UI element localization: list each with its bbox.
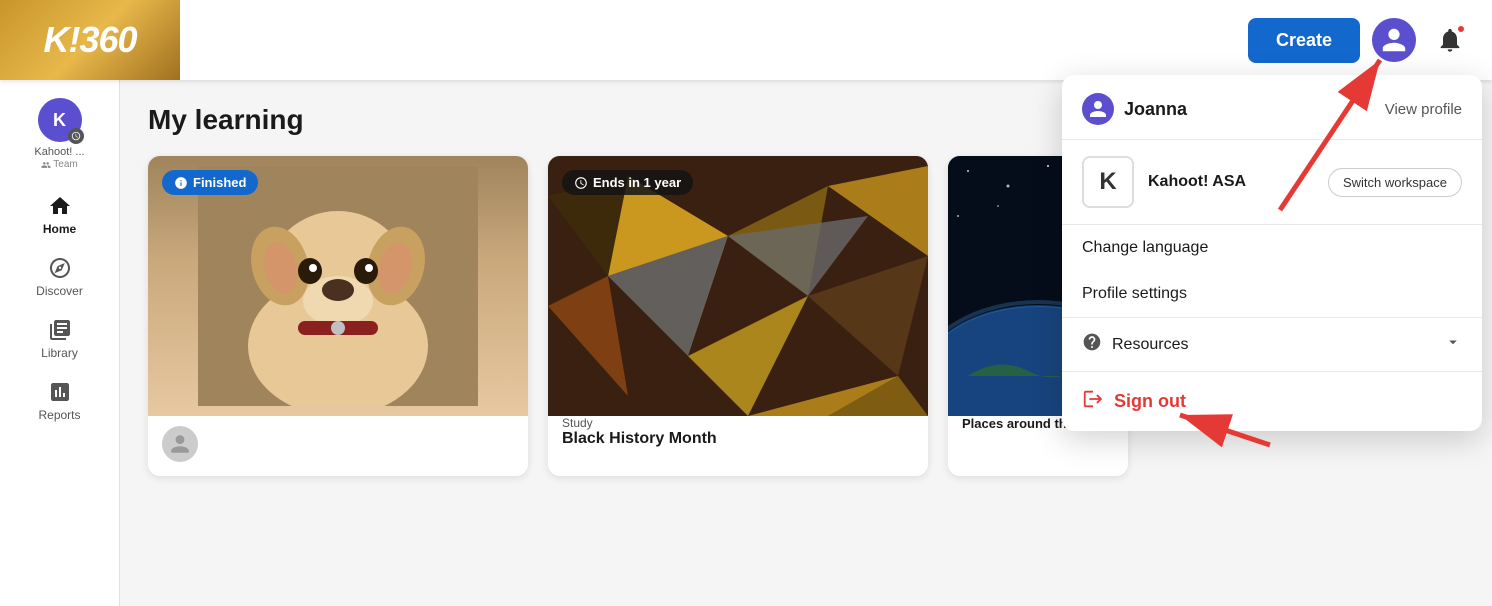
workspace-name: Kahoot! ... bbox=[34, 146, 84, 159]
sidebar-label-reports: Reports bbox=[38, 408, 80, 422]
view-profile-link[interactable]: View profile bbox=[1385, 101, 1462, 118]
profile-settings-item[interactable]: Profile settings bbox=[1062, 271, 1482, 317]
sidebar-item-discover[interactable]: Discover bbox=[0, 246, 119, 308]
dropdown-user-avatar bbox=[1082, 93, 1114, 125]
logo[interactable]: K!360 bbox=[0, 0, 180, 80]
workspace-avatar: K bbox=[38, 98, 82, 142]
dropdown-user: Joanna bbox=[1082, 93, 1187, 125]
sidebar-label-discover: Discover bbox=[36, 284, 83, 298]
origami-visual bbox=[548, 156, 928, 416]
sign-out-label: Sign out bbox=[1114, 391, 1186, 412]
sidebar-label-home: Home bbox=[43, 222, 76, 236]
workspace-sub: Team bbox=[41, 159, 77, 170]
card-study[interactable]: Ends in 1 year Study Black History Month bbox=[548, 156, 928, 476]
sidebar-workspace[interactable]: K Kahoot! ... Team bbox=[0, 88, 119, 180]
chevron-down-icon bbox=[1444, 333, 1462, 356]
notification-badge bbox=[1456, 24, 1466, 34]
finished-label: Finished bbox=[193, 175, 246, 190]
ends-label: Ends in 1 year bbox=[593, 175, 681, 190]
card-footer-1 bbox=[148, 416, 528, 476]
workspace-k-box: K bbox=[1082, 156, 1134, 208]
workspace-info: Kahoot! ASA bbox=[1148, 173, 1314, 191]
resources-item[interactable]: Resources bbox=[1062, 318, 1482, 371]
sidebar: K Kahoot! ... Team Home Discover Library bbox=[0, 80, 120, 606]
workspace-company: Kahoot! ASA bbox=[1148, 173, 1314, 191]
notifications-button[interactable] bbox=[1428, 18, 1472, 62]
clock-badge-icon bbox=[574, 176, 588, 190]
sign-out-icon bbox=[1082, 388, 1104, 415]
header: K!360 Create bbox=[0, 0, 1492, 80]
card-image-origami: Ends in 1 year bbox=[548, 156, 928, 416]
sidebar-item-library[interactable]: Library bbox=[0, 308, 119, 370]
logout-icon bbox=[1082, 388, 1104, 410]
puppy-svg bbox=[198, 166, 478, 406]
workspace-row: K Kahoot! ASA Switch workspace bbox=[1062, 140, 1482, 224]
switch-workspace-button[interactable]: Switch workspace bbox=[1328, 168, 1462, 197]
card-avatar-small bbox=[162, 426, 198, 462]
card-finished[interactable]: Finished bbox=[148, 156, 528, 476]
dropdown-user-icon bbox=[1088, 99, 1108, 119]
dropdown-header: Joanna View profile bbox=[1062, 75, 1482, 139]
user-small-icon bbox=[169, 433, 191, 455]
sidebar-label-library: Library bbox=[41, 346, 78, 360]
home-icon bbox=[48, 194, 72, 218]
card-image-puppy: Finished bbox=[148, 156, 528, 416]
change-language-item[interactable]: Change language bbox=[1062, 225, 1482, 271]
logo-text: K!360 bbox=[43, 19, 136, 61]
card-finished-badge: Finished bbox=[162, 170, 258, 195]
profile-settings-label: Profile settings bbox=[1082, 285, 1187, 303]
sidebar-item-home[interactable]: Home bbox=[0, 184, 119, 246]
discover-icon bbox=[48, 256, 72, 280]
puppy-visual bbox=[148, 156, 528, 416]
dropdown-menu: Joanna View profile K Kahoot! ASA Switch… bbox=[1062, 75, 1482, 431]
card-content-2: Study Black History Month bbox=[548, 416, 928, 462]
help-icon bbox=[1082, 332, 1102, 352]
dropdown-username: Joanna bbox=[1124, 99, 1187, 120]
card-title-2: Black History Month bbox=[562, 430, 914, 448]
user-avatar-button[interactable] bbox=[1372, 18, 1416, 62]
user-icon bbox=[1380, 26, 1408, 54]
change-language-label: Change language bbox=[1082, 239, 1208, 257]
sidebar-item-reports[interactable]: Reports bbox=[0, 370, 119, 432]
library-icon bbox=[48, 318, 72, 342]
resources-label: Resources bbox=[1112, 336, 1188, 354]
reports-icon bbox=[48, 380, 72, 404]
workspace-clock-icon bbox=[68, 128, 84, 144]
origami-svg bbox=[548, 156, 928, 416]
info-icon bbox=[174, 176, 188, 190]
card-ends-badge: Ends in 1 year bbox=[562, 170, 693, 195]
sign-out-item[interactable]: Sign out bbox=[1062, 371, 1482, 431]
team-icon bbox=[41, 160, 51, 170]
create-button[interactable]: Create bbox=[1248, 18, 1360, 63]
card-study-label: Study bbox=[562, 416, 914, 430]
